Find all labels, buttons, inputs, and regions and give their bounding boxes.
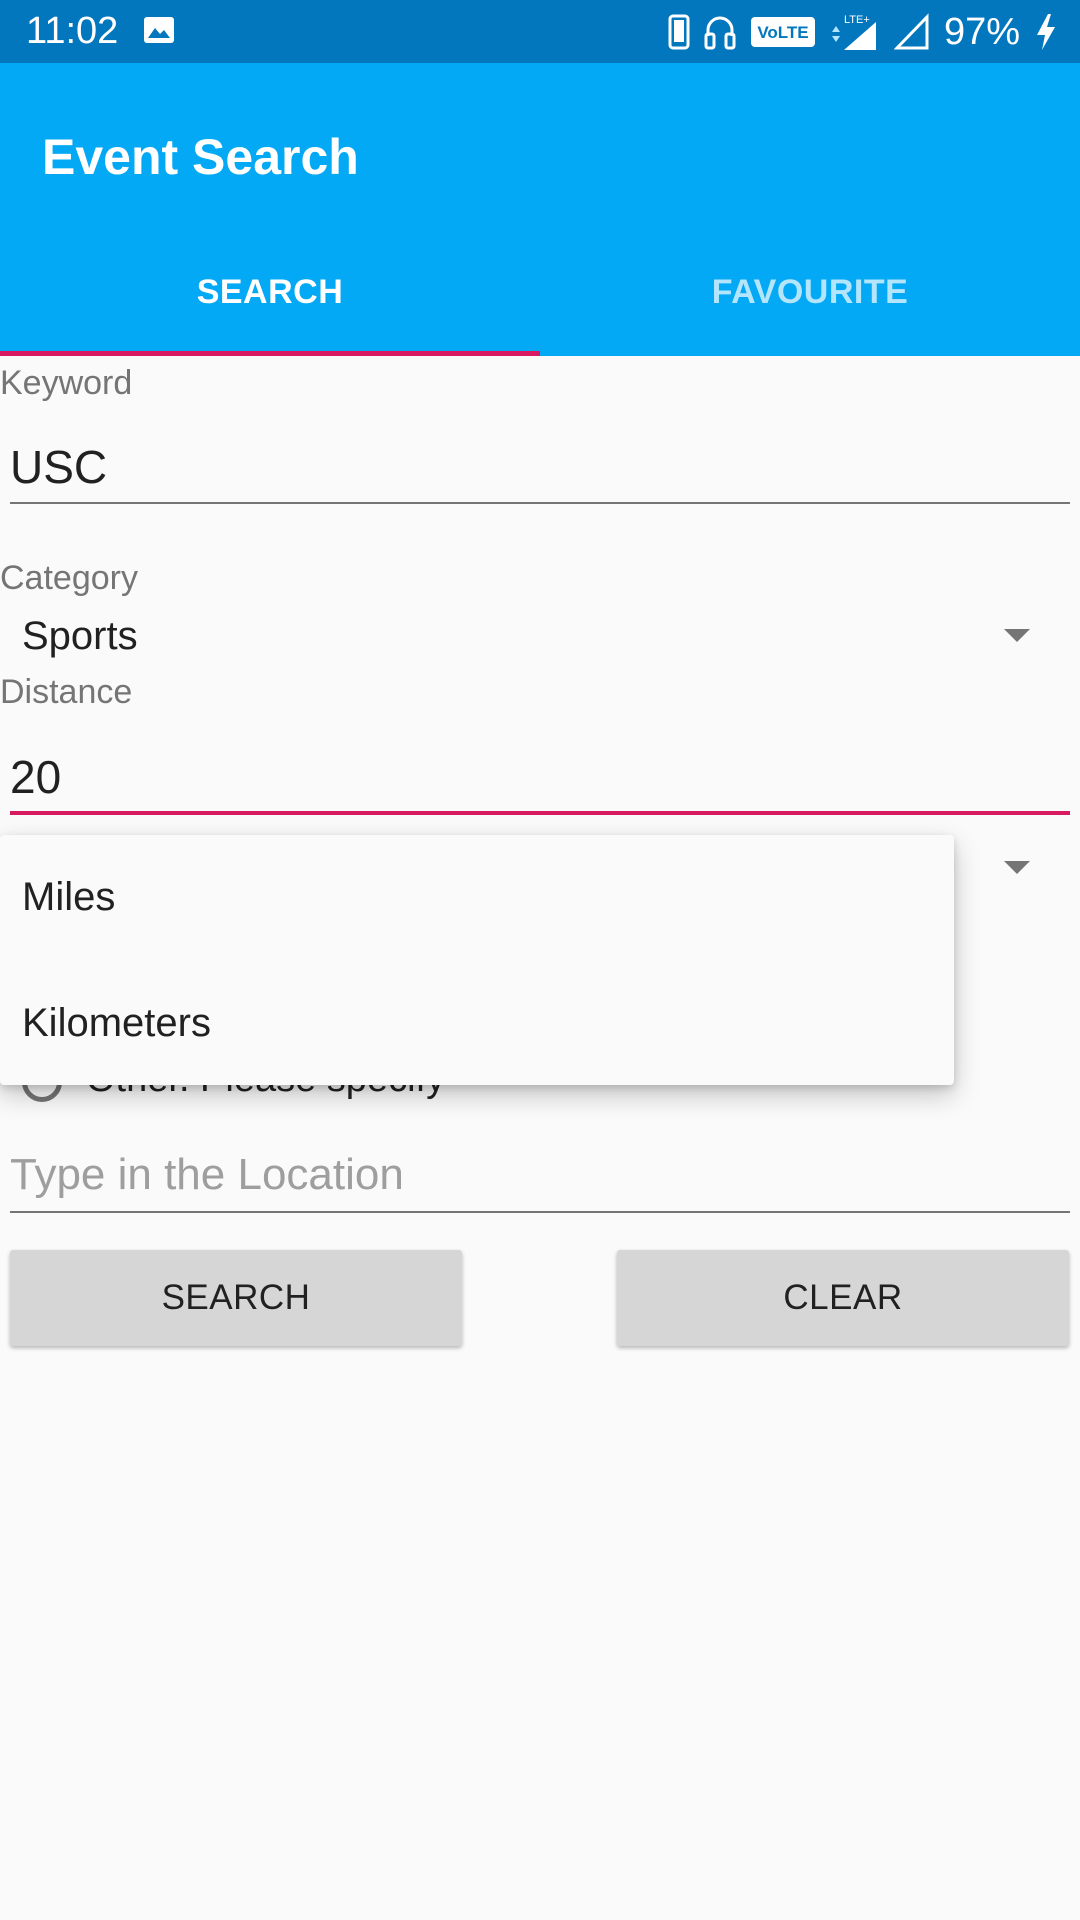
- search-button[interactable]: SEARCH: [10, 1250, 462, 1346]
- category-spinner[interactable]: Sports: [22, 614, 138, 659]
- volte-icon: VoLTE: [750, 17, 815, 47]
- keyword-label: Keyword: [0, 364, 133, 402]
- location-input[interactable]: Type in the Location: [10, 1150, 404, 1200]
- units-dropdown-menu: Miles Kilometers: [0, 835, 954, 1085]
- headset-icon: [704, 16, 736, 50]
- lte-signal-icon: LTE+: [831, 14, 876, 50]
- dropdown-option-kilometers[interactable]: Kilometers: [22, 1001, 211, 1046]
- signal-icon: [893, 13, 929, 50]
- svg-text:LTE+: LTE+: [844, 14, 870, 26]
- clear-button[interactable]: CLEAR: [617, 1250, 1069, 1346]
- status-bar: 11:02 VoLTE LTE+ 97%: [0, 0, 1080, 63]
- location-underline: [10, 1211, 1070, 1213]
- app-title: Event Search: [42, 129, 359, 185]
- keyword-underline: [10, 502, 1070, 504]
- image-icon: [144, 17, 174, 43]
- tab-search[interactable]: SEARCH: [0, 273, 540, 312]
- category-label: Category: [0, 559, 138, 597]
- status-icons: VoLTE LTE+ 97%: [668, 8, 1058, 56]
- battery-level: 97%: [943, 10, 1020, 53]
- distance-input[interactable]: 20: [10, 750, 61, 804]
- tab-indicator: [0, 351, 540, 356]
- status-time: 11:02: [26, 10, 119, 52]
- keyword-input[interactable]: USC: [10, 440, 107, 494]
- app-bar: Event Search SEARCH FAVOURITE: [0, 63, 1080, 356]
- phone-icon: [668, 14, 690, 50]
- distance-underline: [10, 811, 1070, 815]
- distance-label: Distance: [0, 673, 133, 711]
- unit-dropdown-icon[interactable]: [1004, 861, 1030, 874]
- svg-text:VoLTE: VoLTE: [757, 23, 808, 42]
- dropdown-option-miles[interactable]: Miles: [22, 875, 115, 920]
- charging-icon: [1037, 14, 1055, 50]
- tab-favourite[interactable]: FAVOURITE: [540, 273, 1080, 312]
- category-dropdown-icon[interactable]: [1004, 629, 1030, 642]
